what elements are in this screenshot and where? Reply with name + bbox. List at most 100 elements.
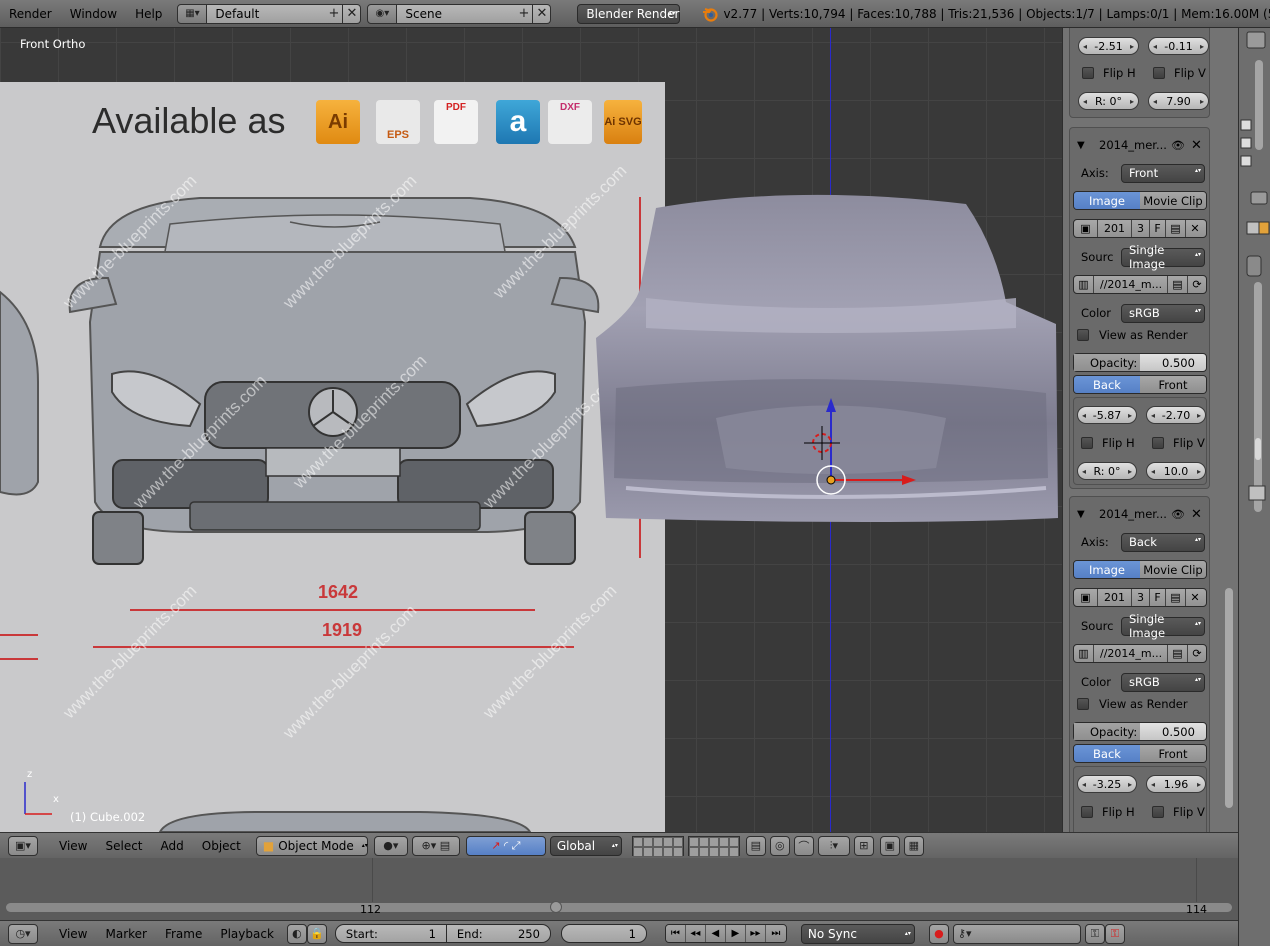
properties-region[interactable]: -2.51 -0.11 Flip H Flip V R: 0° 7.90 ▼ 2…: [1062, 28, 1238, 832]
play-icon[interactable]: ▶: [725, 925, 746, 942]
rotation-field[interactable]: R: 0°: [1077, 462, 1137, 480]
flip-v-checkbox[interactable]: [1152, 806, 1164, 818]
color-space-dropdown[interactable]: sRGB: [1121, 672, 1205, 692]
image-browse-icon[interactable]: ▣: [1074, 220, 1098, 237]
render-camera-icon[interactable]: ▣: [879, 835, 900, 856]
layout-name-field[interactable]: Default: [207, 3, 326, 24]
interaction-mode-dropdown[interactable]: ■ Object Mode: [255, 835, 368, 856]
pack-icon[interactable]: ▥: [1074, 276, 1094, 293]
tab-movie-clip[interactable]: Movie Clip: [1140, 192, 1206, 209]
front-button[interactable]: Front: [1140, 376, 1206, 393]
editor-type-icon[interactable]: ▣▾: [8, 835, 38, 856]
front-button[interactable]: Front: [1140, 745, 1206, 762]
rotate-manipulator-icon[interactable]: ◜: [504, 839, 508, 852]
offset-x-field[interactable]: -5.87: [1077, 406, 1137, 424]
collapse-arrow-icon[interactable]: ▼: [1077, 140, 1091, 151]
render-engine-dropdown[interactable]: Blender Render: [577, 3, 681, 24]
jump-start-icon[interactable]: ⏮: [665, 925, 686, 942]
view-as-render-checkbox[interactable]: [1077, 329, 1089, 341]
image-browse-icon[interactable]: ▣: [1074, 589, 1098, 606]
snap-element-icon[interactable]: ⫶▾: [817, 835, 850, 856]
scene-selector[interactable]: ◉▾ Scene + ✕: [367, 3, 552, 24]
axis-dropdown[interactable]: Front: [1121, 163, 1205, 183]
filepath-field[interactable]: ▥ //2014_m... ▤ ⟳: [1073, 275, 1207, 294]
offset-x-field[interactable]: -3.25: [1077, 775, 1137, 793]
axis-dropdown[interactable]: Back: [1121, 532, 1205, 552]
source-type-toggle[interactable]: Image Movie Clip: [1073, 191, 1207, 210]
properties-scrollbar[interactable]: [1225, 588, 1233, 808]
scene-name-field[interactable]: Scene: [397, 3, 516, 24]
record-keyframe-icon[interactable]: ●: [928, 923, 949, 944]
size-field[interactable]: 10.0: [1146, 462, 1206, 480]
menu-select[interactable]: Select: [96, 839, 151, 853]
play-reverse-icon[interactable]: ◀: [705, 925, 726, 942]
browse-file-icon[interactable]: ▤: [1168, 645, 1188, 662]
unlink-image-icon[interactable]: ✕: [1186, 220, 1204, 237]
reload-icon[interactable]: ⟳: [1188, 276, 1206, 293]
3d-cursor-icon[interactable]: [804, 426, 844, 466]
pivot-point-icon[interactable]: ⊕▾ ▤: [411, 835, 460, 856]
remove-bg-image-icon[interactable]: ✕: [1191, 507, 1202, 522]
tab-movie-clip[interactable]: Movie Clip: [1140, 561, 1206, 578]
image-number[interactable]: 201: [1098, 220, 1132, 237]
add-scene-button[interactable]: +: [515, 3, 534, 24]
timeline-scrollbar[interactable]: [6, 901, 1232, 913]
fake-user-toggle[interactable]: F: [1150, 589, 1166, 606]
view-as-render-checkbox[interactable]: [1077, 698, 1089, 710]
preview-range-icon[interactable]: ◐: [286, 923, 307, 944]
scale-manipulator-icon[interactable]: ⤢: [512, 839, 521, 853]
layer-buttons-group-2[interactable]: [687, 835, 740, 857]
back-button[interactable]: Back: [1074, 745, 1140, 762]
menu-window[interactable]: Window: [61, 7, 126, 21]
unlink-image-icon[interactable]: ✕: [1186, 589, 1204, 606]
collapse-arrow-icon[interactable]: ▼: [1077, 509, 1091, 520]
back-button[interactable]: Back: [1074, 376, 1140, 393]
flip-v-checkbox[interactable]: [1152, 437, 1164, 449]
transform-orientation-dropdown[interactable]: Global: [549, 835, 622, 856]
bg-image-header[interactable]: ▼ 2014_mer... 👁 ✕: [1077, 135, 1207, 155]
jump-keyframe-back-icon[interactable]: ◂◂: [685, 925, 706, 942]
flip-h-checkbox[interactable]: [1082, 67, 1094, 79]
flip-h-checkbox[interactable]: [1081, 437, 1093, 449]
open-image-icon[interactable]: ▤: [1166, 589, 1186, 606]
image-users-count[interactable]: 3: [1132, 220, 1150, 237]
timeline-scroll-handle[interactable]: [550, 901, 562, 913]
end-frame-field[interactable]: End: 250: [446, 924, 551, 943]
menu-marker[interactable]: Marker: [96, 927, 155, 941]
layer-buttons-group-1[interactable]: [631, 835, 684, 857]
offset-y-field[interactable]: -2.70: [1146, 406, 1206, 424]
render-animation-icon[interactable]: ▦: [903, 835, 924, 856]
filepath-text[interactable]: //2014_m...: [1094, 645, 1168, 662]
3d-viewport[interactable]: Available as Ai EPS PDF a DXF Ai SVG 164…: [0, 28, 1062, 832]
menu-help[interactable]: Help: [126, 7, 171, 21]
source-dropdown[interactable]: Single Image: [1121, 612, 1205, 640]
lock-layers-icon[interactable]: ▤: [745, 835, 766, 856]
outliner-properties-strip[interactable]: [1238, 28, 1270, 946]
screen-layout-selector[interactable]: ▦▾ Default + ✕: [177, 3, 362, 24]
remove-scene-button[interactable]: ✕: [533, 3, 552, 24]
image-datablock-selector[interactable]: ▣ 201 3 F ▤ ✕: [1073, 588, 1207, 607]
layout-grid-icon[interactable]: ▦▾: [177, 3, 208, 24]
start-frame-field[interactable]: Start: 1: [334, 924, 447, 943]
draw-side-toggle[interactable]: Back Front: [1073, 375, 1207, 394]
offset-y-field[interactable]: -0.11: [1148, 37, 1209, 55]
timeline-editor[interactable]: 112 114: [0, 858, 1238, 920]
source-dropdown[interactable]: Single Image: [1121, 243, 1205, 271]
menu-add[interactable]: Add: [152, 839, 193, 853]
menu-render[interactable]: Render: [0, 7, 61, 21]
size-field[interactable]: 7.90: [1148, 92, 1209, 110]
proportional-edit-icon[interactable]: ◎: [769, 835, 790, 856]
menu-view[interactable]: View: [50, 839, 96, 853]
insert-keyframe-icon[interactable]: ⚿: [1084, 923, 1105, 944]
color-space-dropdown[interactable]: sRGB: [1121, 303, 1205, 323]
filepath-text[interactable]: //2014_m...: [1094, 276, 1168, 293]
jump-end-icon[interactable]: ⏭: [765, 925, 786, 942]
viewport-shading-icon[interactable]: ●▾: [373, 835, 408, 856]
timeline-editor-type-icon[interactable]: ◷▾: [8, 923, 38, 944]
image-number[interactable]: 201: [1098, 589, 1132, 606]
scene-icon[interactable]: ◉▾: [367, 3, 398, 24]
flip-h-checkbox[interactable]: [1081, 806, 1093, 818]
delete-keyframe-icon[interactable]: ⚿: [1104, 923, 1125, 944]
menu-frame[interactable]: Frame: [156, 927, 211, 941]
menu-timeline-view[interactable]: View: [50, 927, 96, 941]
